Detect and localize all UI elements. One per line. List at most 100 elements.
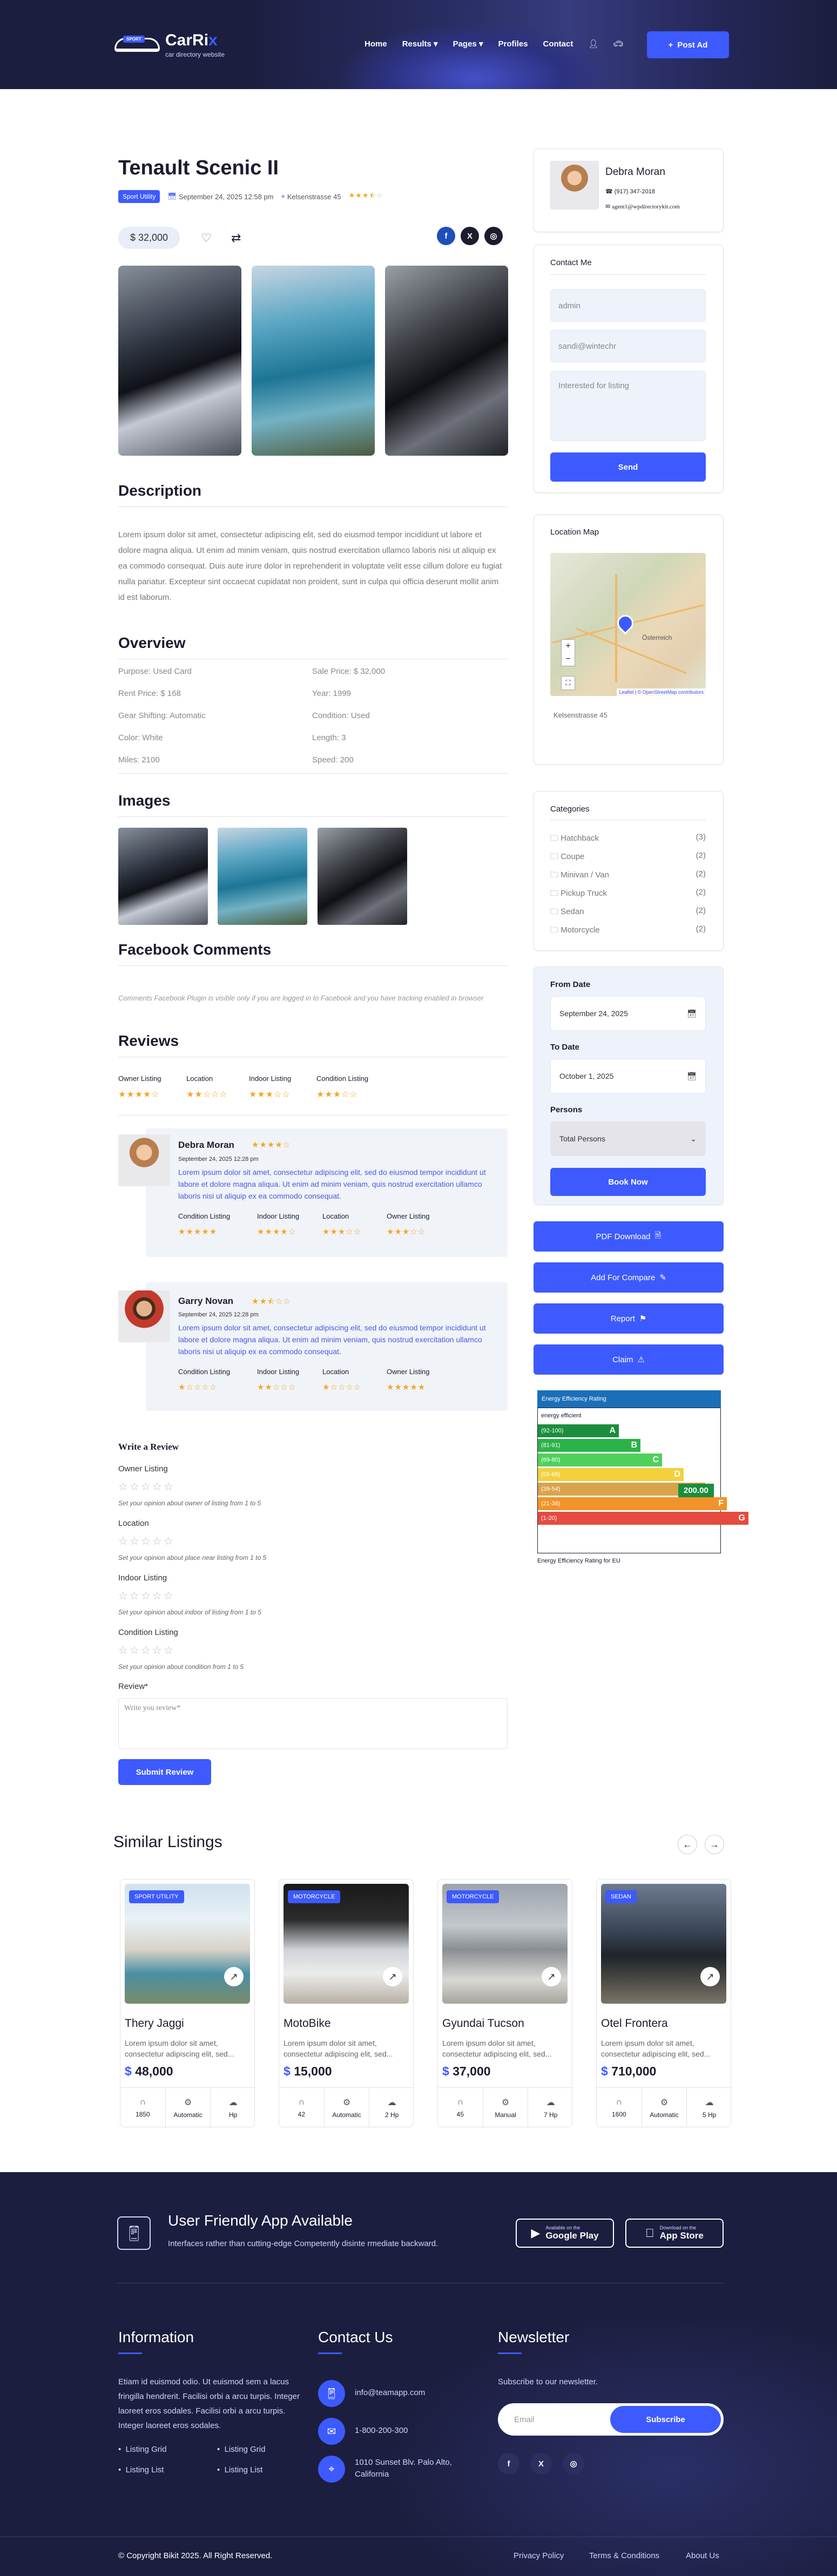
compare-icon[interactable]: ⇄ [231, 231, 241, 245]
category-tag[interactable]: Sport Utility [118, 190, 160, 203]
main-nav: Home Results ▾ Pages ▾ Profiles Contact … [364, 39, 623, 49]
footer-link[interactable]: • Listing Grid [118, 2445, 166, 2454]
agent-phone[interactable]: ☎︎ (917) 347-2018 [605, 188, 655, 195]
send-button[interactable]: Send [550, 452, 706, 482]
spec-icon: ⚙︎ [660, 2098, 669, 2107]
arrow-icon[interactable]: ↗ [224, 1967, 244, 1986]
agent-email[interactable]: ✉︎ agent1@wpdirectorykit.com [605, 203, 680, 210]
x-twitter-icon[interactable]: X [530, 2453, 552, 2474]
category-item[interactable]: 🗀︎ Sedan (2) [550, 906, 706, 919]
from-date-input[interactable]: September 24, 2025 📅︎ [550, 996, 706, 1031]
claim-button[interactable]: Claim ⚠︎ [534, 1344, 724, 1375]
instagram-icon[interactable]: ◎ [484, 227, 503, 245]
persons-select[interactable]: Total Persons ⌄ [550, 1121, 706, 1156]
terms-link[interactable]: Terms & Conditions [589, 2551, 659, 2560]
image-thumbnail[interactable] [118, 828, 208, 925]
category-item[interactable]: 🗀︎ Pickup Truck (2) [550, 888, 706, 901]
gallery-image[interactable] [252, 266, 375, 456]
agent-avatar[interactable] [550, 161, 599, 209]
to-date-input[interactable]: October 1, 2025 📅︎ [550, 1059, 706, 1093]
divider [118, 816, 508, 817]
footer-email[interactable]: info@teamapp.com [355, 2387, 425, 2399]
listing-badge[interactable]: SEDAN [605, 1890, 637, 1903]
rating-stars: ★★★★☆ [257, 1227, 296, 1236]
category-item[interactable]: 🗀︎ Hatchback (3) [550, 833, 706, 846]
listing-badge[interactable]: SPORT UTILITY [129, 1890, 184, 1903]
nav-contact[interactable]: Contact [543, 39, 573, 49]
arrow-right-icon[interactable]: → [705, 1835, 724, 1854]
arrow-icon[interactable]: ↗ [700, 1967, 720, 1986]
image-thumbnail[interactable] [318, 828, 407, 925]
energy-band-range: (69-80) [541, 1457, 561, 1463]
site-logo[interactable]: SPORT CarRix car directory website [114, 31, 225, 58]
heart-icon[interactable]: ♡ [201, 231, 212, 245]
fullscreen-icon[interactable]: ⛶ [561, 676, 575, 690]
site-header: SPORT CarRix car directory website Home … [0, 0, 837, 89]
facebook-note: Comments Facebook Plugin is visible only… [118, 994, 484, 1002]
map-city-label: Österreich [642, 634, 672, 641]
rating-input-stars[interactable]: ☆☆☆☆☆ [118, 1589, 175, 1603]
pdf-download-button[interactable]: PDF Download 🗎︎ [534, 1221, 724, 1252]
spec-icon: ∩ [616, 2098, 623, 2107]
gallery-image[interactable] [385, 266, 508, 456]
review-textarea[interactable]: Write you review* [118, 1698, 508, 1749]
listing-card[interactable]: SPORT UTILITY ↗ Thery Jaggi Lorem ipsum dol… [120, 1879, 255, 2127]
car-icon[interactable]: 🚗︎ [613, 39, 623, 49]
nav-profiles[interactable]: Profiles [498, 39, 528, 49]
about-us-link[interactable]: About Us [686, 2551, 719, 2560]
gallery-image[interactable] [118, 266, 241, 456]
listing-badge[interactable]: MOTORCYCLE [288, 1890, 341, 1903]
listing-name[interactable]: Otel Frontera [601, 2017, 668, 2030]
rating-input-stars[interactable]: ☆☆☆☆☆ [118, 1480, 175, 1493]
name-field[interactable]: admin [550, 289, 706, 322]
footer-link[interactable]: • Listing List [118, 2465, 164, 2474]
x-twitter-icon[interactable]: X [461, 227, 479, 245]
subscribe-button[interactable]: Subscribe [610, 2406, 721, 2433]
post-ad-button[interactable]: + Post Ad [647, 31, 729, 58]
category-item[interactable]: 🗀︎ Motorcycle (2) [550, 924, 706, 938]
facebook-icon[interactable]: f [437, 227, 455, 245]
google-play-button[interactable]: ▶ Available on the Google Play [516, 2219, 614, 2248]
app-subtitle: Interfaces rather than cutting-edge Comp… [168, 2239, 438, 2248]
agent-name[interactable]: Debra Moran [605, 166, 665, 178]
footer-link[interactable]: • Listing List [217, 2465, 262, 2474]
listing-card[interactable]: MOTORCYCLE ↗ Gyundai Tucson Lorem ipsum dol… [437, 1879, 572, 2127]
listing-name[interactable]: Thery Jaggi [125, 2017, 184, 2030]
arrow-icon[interactable]: ↗ [383, 1967, 402, 1986]
report-button[interactable]: Report ⚑ [534, 1303, 724, 1334]
add-compare-button[interactable]: Add For Compare ✎ [534, 1262, 724, 1293]
facebook-icon[interactable]: f [498, 2453, 519, 2474]
nav-results[interactable]: Results ▾ [402, 39, 438, 49]
rating-input-stars[interactable]: ☆☆☆☆☆ [118, 1534, 175, 1548]
listing-name[interactable]: MotoBike [284, 2017, 331, 2030]
image-thumbnail[interactable] [218, 828, 307, 925]
arrow-icon[interactable]: ↗ [542, 1967, 561, 1986]
listing-location[interactable]: Kelsenstrasse 45 [287, 193, 341, 201]
instagram-icon[interactable]: ◎ [563, 2453, 584, 2474]
app-store-button[interactable]:  Download on theApp Store [625, 2219, 724, 2248]
divider [550, 274, 706, 275]
nav-home[interactable]: Home [364, 39, 387, 49]
spec-icon: ∩ [298, 2098, 305, 2107]
category-item[interactable]: 🗀︎ Coupe (2) [550, 851, 706, 864]
listing-card[interactable]: SEDAN ↗ Otel Frontera Lorem ipsum dolor sit… [596, 1879, 731, 2127]
submit-review-button[interactable]: Submit Review [118, 1759, 211, 1785]
listing-badge[interactable]: MOTORCYCLE [447, 1890, 500, 1903]
message-field[interactable]: Interested for listing [550, 371, 706, 441]
category-item[interactable]: 🗀︎ Minivan / Van (2) [550, 869, 706, 883]
rating-input-stars[interactable]: ☆☆☆☆☆ [118, 1644, 175, 1657]
map-marker-icon[interactable] [613, 611, 637, 635]
map-zoom-control[interactable]: + − [561, 639, 575, 666]
user-add-icon[interactable]: 👤︎ [588, 39, 598, 49]
map-attribution[interactable]: Leaflet | © OpenStreetMap contributors [617, 688, 706, 696]
listing-name[interactable]: Gyundai Tucson [442, 2017, 524, 2030]
nav-pages[interactable]: Pages ▾ [453, 39, 483, 49]
footer-link[interactable]: • Listing Grid [217, 2445, 265, 2454]
location-map[interactable]: Österreich + − ⛶ Leaflet | © OpenStreetMa… [550, 553, 706, 696]
email-field[interactable]: sandi@wintechr [550, 330, 706, 362]
footer-phone[interactable]: 1-800-200-300 [355, 2425, 408, 2437]
book-now-button[interactable]: Book Now [550, 1168, 706, 1196]
arrow-left-icon[interactable]: ← [678, 1835, 697, 1854]
listing-card[interactable]: MOTORCYCLE ↗ MotoBike Lorem ipsum dolor sit… [279, 1879, 414, 2127]
privacy-policy-link[interactable]: Privacy Policy [514, 2551, 564, 2560]
